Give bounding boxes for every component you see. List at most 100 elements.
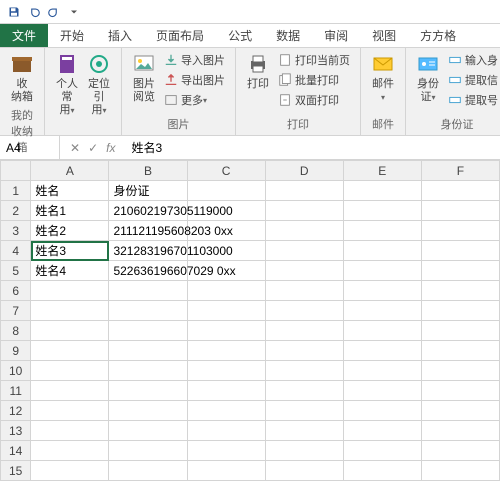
export-image-button[interactable]: 导出图片 xyxy=(164,70,225,90)
col-header[interactable]: C xyxy=(187,161,265,181)
cell[interactable] xyxy=(265,361,343,381)
cell[interactable] xyxy=(31,341,109,361)
spreadsheet-grid[interactable]: A B C D E F 1姓名身份证2姓名1210602197305119000… xyxy=(0,160,500,481)
cell[interactable]: 姓名3 xyxy=(31,241,109,261)
cell[interactable]: 姓名2 xyxy=(31,221,109,241)
cell[interactable] xyxy=(343,381,421,401)
cell[interactable] xyxy=(343,301,421,321)
cell[interactable] xyxy=(187,461,265,481)
tab-layout[interactable]: 页面布局 xyxy=(144,24,216,47)
cell[interactable] xyxy=(109,401,187,421)
cell[interactable] xyxy=(187,341,265,361)
storage-button[interactable]: 收 纳箱 xyxy=(6,50,38,106)
cell[interactable] xyxy=(187,421,265,441)
print-button[interactable]: 打印 xyxy=(242,50,274,93)
name-box[interactable]: A4 xyxy=(0,136,60,159)
cell[interactable] xyxy=(265,181,343,201)
save-icon[interactable] xyxy=(5,3,23,21)
cell[interactable] xyxy=(109,321,187,341)
cell[interactable] xyxy=(265,341,343,361)
redo-icon[interactable] xyxy=(45,3,63,21)
cell[interactable] xyxy=(343,201,421,221)
cell[interactable] xyxy=(343,261,421,281)
cell[interactable] xyxy=(265,381,343,401)
row-header[interactable]: 5 xyxy=(1,261,31,281)
batch-print-button[interactable]: 批量打印 xyxy=(278,70,350,90)
input-id-button[interactable]: 输入身 xyxy=(448,50,498,70)
cell[interactable] xyxy=(421,381,499,401)
row-header[interactable]: 6 xyxy=(1,281,31,301)
cell[interactable] xyxy=(265,241,343,261)
fx-icon[interactable]: fx xyxy=(106,141,115,155)
cell[interactable] xyxy=(343,401,421,421)
cell[interactable] xyxy=(421,441,499,461)
cell[interactable]: 姓名1 xyxy=(31,201,109,221)
row-header[interactable]: 3 xyxy=(1,221,31,241)
col-header[interactable]: D xyxy=(265,161,343,181)
cell[interactable] xyxy=(31,381,109,401)
cell[interactable] xyxy=(421,181,499,201)
tab-file[interactable]: 文件 xyxy=(0,24,48,47)
cell[interactable] xyxy=(421,281,499,301)
cell[interactable] xyxy=(343,241,421,261)
cell[interactable] xyxy=(343,321,421,341)
row-header[interactable]: 7 xyxy=(1,301,31,321)
cell[interactable] xyxy=(265,461,343,481)
row-header[interactable]: 10 xyxy=(1,361,31,381)
cell[interactable] xyxy=(265,421,343,441)
cell[interactable] xyxy=(343,421,421,441)
row-header[interactable]: 4 xyxy=(1,241,31,261)
cancel-icon[interactable]: ✕ xyxy=(70,141,80,155)
cell[interactable] xyxy=(421,201,499,221)
cell[interactable] xyxy=(187,361,265,381)
cell[interactable] xyxy=(421,221,499,241)
cell[interactable] xyxy=(343,341,421,361)
cell[interactable]: 身份证 xyxy=(109,181,187,201)
id-button[interactable]: 身份 证▾ xyxy=(412,50,444,106)
cell[interactable] xyxy=(265,401,343,421)
cell[interactable] xyxy=(31,281,109,301)
row-header[interactable]: 13 xyxy=(1,421,31,441)
cell[interactable] xyxy=(187,441,265,461)
cell[interactable] xyxy=(343,281,421,301)
cell[interactable] xyxy=(343,361,421,381)
cell[interactable] xyxy=(265,301,343,321)
cell[interactable] xyxy=(265,261,343,281)
cell[interactable] xyxy=(421,461,499,481)
cell[interactable] xyxy=(421,241,499,261)
formula-bar[interactable]: 姓名3 xyxy=(125,139,500,156)
qat-dropdown-icon[interactable] xyxy=(65,3,83,21)
cell[interactable]: 211121195608203 0xx xyxy=(109,221,187,241)
cell[interactable]: 210602197305119000 xyxy=(109,201,187,221)
row-header[interactable]: 2 xyxy=(1,201,31,221)
cell[interactable] xyxy=(187,181,265,201)
image-view-button[interactable]: 图片 阅览 xyxy=(128,50,160,106)
cell[interactable] xyxy=(31,301,109,321)
cell[interactable] xyxy=(31,321,109,341)
cell[interactable] xyxy=(109,281,187,301)
cell[interactable] xyxy=(187,381,265,401)
confirm-icon[interactable]: ✓ xyxy=(88,141,98,155)
cell[interactable] xyxy=(109,301,187,321)
cell[interactable] xyxy=(421,301,499,321)
personal-button[interactable]: 个人常 用▾ xyxy=(51,50,83,119)
cell[interactable] xyxy=(187,321,265,341)
cell[interactable] xyxy=(421,421,499,441)
tab-data[interactable]: 数据 xyxy=(264,24,312,47)
cell[interactable] xyxy=(109,341,187,361)
tab-addin[interactable]: 方方格 xyxy=(408,24,468,47)
col-header[interactable]: E xyxy=(343,161,421,181)
cell[interactable] xyxy=(187,281,265,301)
cell[interactable] xyxy=(265,221,343,241)
cell[interactable]: 321283196701103000 xyxy=(109,241,187,261)
cell[interactable] xyxy=(265,321,343,341)
cell[interactable] xyxy=(343,461,421,481)
row-header[interactable]: 15 xyxy=(1,461,31,481)
cell[interactable] xyxy=(187,301,265,321)
cell[interactable] xyxy=(421,361,499,381)
undo-icon[interactable] xyxy=(25,3,43,21)
tab-insert[interactable]: 插入 xyxy=(96,24,144,47)
cell[interactable] xyxy=(31,441,109,461)
locate-button[interactable]: 定位引 用▾ xyxy=(83,50,115,119)
cell[interactable] xyxy=(421,321,499,341)
